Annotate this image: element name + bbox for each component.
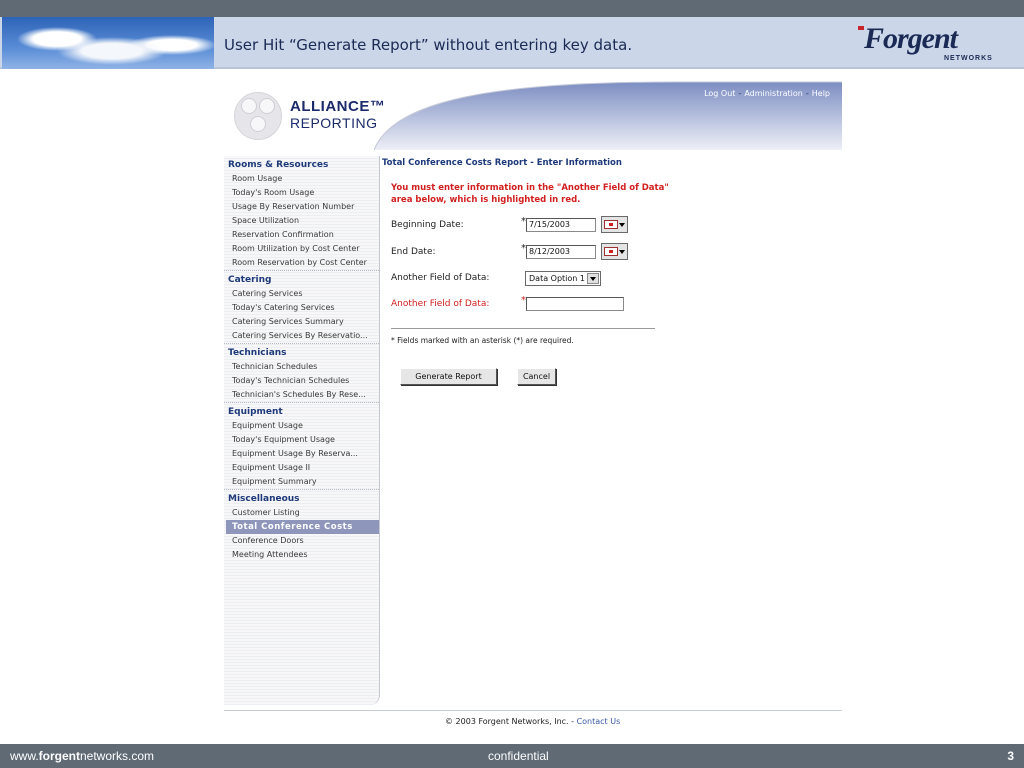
chevron-down-icon[interactable] [587,273,599,284]
app-footer-divider [224,710,842,711]
sidebar-section-rooms: Rooms & Resources Room Usage Today's Roo… [224,156,379,270]
forgent-logo: Forgent NETWORKS [858,22,1004,64]
top-links: Log Out - Administration - Help [704,89,830,98]
contact-us-link[interactable]: Contact Us [577,717,621,726]
beginning-date-input[interactable]: 7/15/2003 [526,218,596,232]
report-form-panel: Total Conference Costs Report - Enter In… [382,156,842,705]
sidebar-item-catering-services[interactable]: Catering Services [224,287,379,301]
beginning-date-label: Beginning Date: [391,220,464,230]
sidebar-item-technician-schedules[interactable]: Technician Schedules [224,360,379,374]
sidebar-heading: Technicians [228,348,287,358]
alliance-reporting-app: ALLIANCE™ REPORTING Log Out - Administrati… [224,80,842,705]
cancel-button[interactable]: Cancel [517,368,556,385]
sidebar-item-room-utilization-cost-center[interactable]: Room Utilization by Cost Center [224,242,379,256]
footer-url-suffix: networks.com [80,749,155,763]
sky-banner-image [2,17,214,69]
sidebar-item-catering-summary[interactable]: Catering Services Summary [224,315,379,329]
sidebar-nav: Rooms & Resources Room Usage Today's Roo… [224,156,380,705]
footer-confidential: confidential [488,749,549,763]
logout-link[interactable]: Log Out [704,89,735,98]
sidebar-item-catering-by-reservation[interactable]: Catering Services By Reservatio... [224,329,379,343]
logo-text-reporting: REPORTING [290,115,378,131]
another-field-required-label: Another Field of Data: [391,299,490,309]
logo-circles-icon [234,92,282,140]
link-separator: - [738,89,742,98]
required-fields-note: * Fields marked with an asterisk (*) are… [391,336,574,345]
sidebar-item-technician-by-reservation[interactable]: Technician's Schedules By Rese... [224,388,379,402]
footer-url-prefix: www. [10,749,39,763]
dropdown-arrow-icon [619,223,625,227]
another-field-select-row: Another Field of Data: Data Option 1 [391,269,691,289]
end-date-input[interactable]: 8/12/2003 [526,245,596,259]
another-field-select[interactable]: Data Option 1 [525,271,601,286]
sidebar-item-space-utilization[interactable]: Space Utilization [224,214,379,228]
sidebar-item-reservation-confirmation[interactable]: Reservation Confirmation [224,228,379,242]
app-header: ALLIANCE™ REPORTING Log Out - Administrati… [224,80,842,150]
sidebar-item-room-reservation-cost-center[interactable]: Room Reservation by Cost Center [224,256,379,270]
logo-wordmark: Forgent [864,22,958,55]
sidebar-section-equipment: Equipment Equipment Usage Today's Equipm… [224,402,379,489]
help-link[interactable]: Help [812,89,830,98]
form-divider [391,328,655,329]
another-field-label: Another Field of Data: [391,273,490,283]
sidebar-heading: Miscellaneous [228,494,300,504]
report-title: Total Conference Costs Report - Enter In… [382,158,622,168]
slide-footer: www.forgentnetworks.com confidential 3 [0,744,1024,768]
sidebar-item-todays-technician[interactable]: Today's Technician Schedules [224,374,379,388]
dropdown-arrow-icon [619,250,625,254]
sidebar-item-todays-equipment[interactable]: Today's Equipment Usage [224,433,379,447]
footer-url-bold: forgent [38,749,80,763]
sidebar-heading: Catering [228,275,272,285]
slide-title: User Hit “Generate Report” without enter… [224,36,633,54]
generate-report-button[interactable]: Generate Report [400,368,497,385]
sidebar-heading: Equipment [228,407,283,417]
footer-url: www.forgentnetworks.com [10,749,154,763]
select-value: Data Option 1 [529,274,585,283]
end-date-label: End Date: [391,247,436,257]
another-field-required-row: Another Field of Data: * [391,295,691,315]
end-date-row: End Date: * 8/12/2003 [391,243,691,263]
administration-link[interactable]: Administration [744,89,803,98]
sidebar-item-room-usage[interactable]: Room Usage [224,172,379,186]
calendar-icon [604,247,618,256]
error-message: You must enter information in the "Anoth… [391,183,669,205]
another-field-input[interactable] [526,297,624,311]
page-number: 3 [1007,749,1014,763]
copyright-text: © 2003 Forgent Networks, Inc. - [445,717,575,726]
sidebar-item-equipment-summary[interactable]: Equipment Summary [224,475,379,489]
sidebar-item-total-conference-costs[interactable]: Total Conference Costs [226,520,379,534]
sidebar-item-customer-listing[interactable]: Customer Listing [224,506,379,520]
sidebar-item-usage-by-reservation[interactable]: Usage By Reservation Number [224,200,379,214]
sidebar-item-equipment-by-reservation[interactable]: Equipment Usage By Reserva... [224,447,379,461]
logo-text-alliance: ALLIANCE™ [290,98,386,115]
sidebar-section-catering: Catering Catering Services Today's Cater… [224,270,379,343]
sidebar-item-todays-room-usage[interactable]: Today's Room Usage [224,186,379,200]
sidebar-item-equipment-usage-ii[interactable]: Equipment Usage II [224,461,379,475]
link-separator: - [805,89,809,98]
beginning-date-calendar-button[interactable] [601,216,628,233]
calendar-icon [604,220,618,229]
sidebar-item-equipment-usage[interactable]: Equipment Usage [224,419,379,433]
sidebar-section-miscellaneous: Miscellaneous Customer Listing Total Con… [224,489,379,562]
sidebar-item-conference-doors[interactable]: Conference Doors [224,534,379,548]
slide-top-strip [0,0,1024,17]
sidebar-item-meeting-attendees[interactable]: Meeting Attendees [224,548,379,562]
sidebar-heading: Rooms & Resources [228,160,329,170]
sidebar-item-todays-catering[interactable]: Today's Catering Services [224,301,379,315]
sidebar-section-technicians: Technicians Technician Schedules Today's… [224,343,379,402]
alliance-logo: ALLIANCE™ REPORTING [224,80,386,150]
end-date-calendar-button[interactable] [601,243,628,260]
copyright: © 2003 Forgent Networks, Inc. - Contact … [445,717,620,726]
beginning-date-row: Beginning Date: * 7/15/2003 [391,216,691,236]
logo-subtitle: NETWORKS [944,55,993,62]
